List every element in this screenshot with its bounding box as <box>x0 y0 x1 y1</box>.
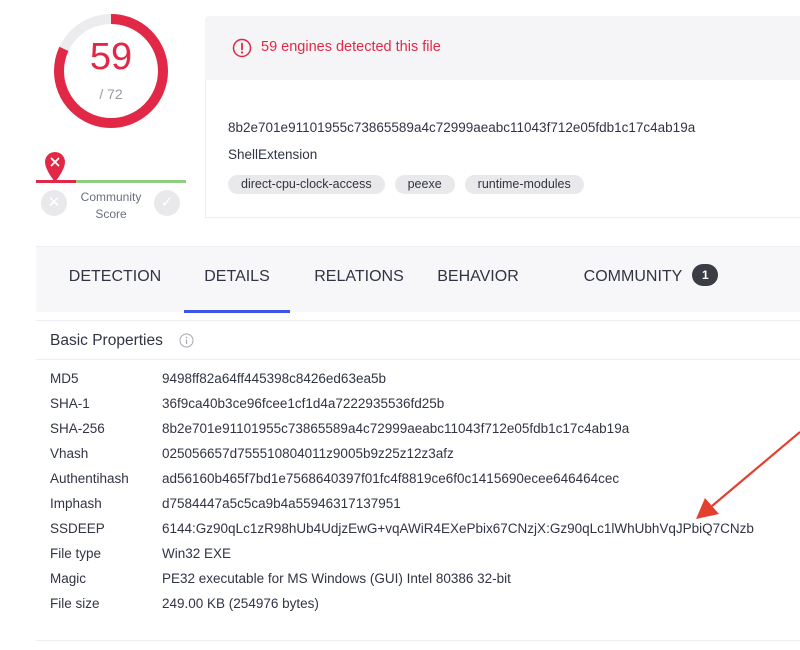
vote-harmless-button[interactable]: ✓ <box>154 190 180 216</box>
property-value: Win32 EXE <box>162 546 232 561</box>
property-value: ad56160b465f7bd1e7568640397f01fc4f8819ce… <box>162 471 620 486</box>
tag-item[interactable]: peexe <box>394 175 455 194</box>
tab-community[interactable]: COMMUNITY 1 <box>576 247 726 311</box>
property-value: 025056657d755510804011z9005b9z25z12z3afz <box>162 446 454 461</box>
property-key: SSDEEP <box>50 521 105 536</box>
property-value: 8b2e701e91101955c73865589a4c72999aeabc11… <box>162 421 630 436</box>
property-row: File size 249.00 KB (254976 bytes) <box>50 593 800 618</box>
vote-malicious-button[interactable]: ✕ <box>41 190 67 216</box>
property-key: Authentihash <box>50 471 129 486</box>
basic-properties-list: MD5 9498ff82a64ff445398c8426ed63ea5b SHA… <box>50 368 800 618</box>
tag-item[interactable]: runtime-modules <box>464 175 584 194</box>
detection-banner: 59 engines detected this file <box>205 16 800 80</box>
property-key: File type <box>50 546 102 561</box>
property-row: MD5 9498ff82a64ff445398c8426ed63ea5b <box>50 368 800 393</box>
property-row: File type Win32 EXE <box>50 543 800 568</box>
property-value: d7584447a5c5ca9b4a55946317137951 <box>162 496 401 511</box>
tab-behavior[interactable]: BEHAVIOR <box>428 247 528 311</box>
alert-circle-icon <box>232 38 252 58</box>
property-row: SSDEEP 6144:Gz90qLc1zR98hUb4UdjzEwG+vqAW… <box>50 518 800 543</box>
property-key: Vhash <box>50 446 89 461</box>
property-value: PE32 executable for MS Windows (GUI) Int… <box>162 571 511 586</box>
property-key: File size <box>50 596 100 611</box>
detection-score: 59 <box>89 36 133 78</box>
property-key: Imphash <box>50 496 102 511</box>
detection-banner-text: 59 engines detected this file <box>261 39 441 55</box>
tab-relations[interactable]: RELATIONS <box>304 247 414 311</box>
property-key: MD5 <box>50 371 79 386</box>
property-row: Imphash d7584447a5c5ca9b4a55946317137951 <box>50 493 800 518</box>
community-score-label: Community Score <box>80 190 142 221</box>
property-value: 6144:Gz90qLc1zR98hUb4UdjzEwG+vqAWiR4EXeP… <box>162 521 754 536</box>
map-pin-x-icon <box>45 152 65 182</box>
tag-list: direct-cpu-clock-access peexe runtime-mo… <box>228 175 584 194</box>
divider <box>36 640 800 641</box>
close-icon: ✕ <box>47 194 61 211</box>
property-row: SHA-1 36f9ca40b3ce96fcee1cf1d4a722293553… <box>50 393 800 418</box>
basic-properties-header: Basic Properties <box>36 320 800 360</box>
property-row: SHA-256 8b2e701e91101955c73865589a4c7299… <box>50 418 800 443</box>
tag-item[interactable]: direct-cpu-clock-access <box>228 175 385 194</box>
file-sha256: 8b2e701e91101955c73865589a4c72999aeabc11… <box>228 120 696 135</box>
section-title: Basic Properties <box>50 332 163 349</box>
tab-community-label: COMMUNITY <box>583 268 683 285</box>
property-key: Magic <box>50 571 87 586</box>
tab-bar: DETECTION DETAILS RELATIONS BEHAVIOR COM… <box>36 246 800 313</box>
community-count-badge: 1 <box>692 264 719 286</box>
property-value: 9498ff82a64ff445398c8426ed63ea5b <box>162 371 386 386</box>
property-row: Vhash 025056657d755510804011z9005b9z25z1… <box>50 443 800 468</box>
file-name: ShellExtension <box>228 147 318 162</box>
property-key: SHA-256 <box>50 421 105 436</box>
property-value: 36f9ca40b3ce96fcee1cf1d4a7222935536fd25b <box>162 396 445 411</box>
tab-detection[interactable]: DETECTION <box>60 247 170 311</box>
property-key: SHA-1 <box>50 396 90 411</box>
total-engines: / 72 <box>99 86 123 102</box>
info-icon[interactable] <box>179 333 194 348</box>
property-value: 249.00 KB (254976 bytes) <box>162 596 319 611</box>
score-card: 59 / 72 ✕ Community Score ✓ <box>0 0 205 230</box>
property-row: Magic PE32 executable for MS Windows (GU… <box>50 568 800 593</box>
check-icon: ✓ <box>160 194 174 211</box>
tab-details[interactable]: DETAILS <box>184 247 290 313</box>
property-row: Authentihash ad56160b465f7bd1e7568640397… <box>50 468 800 493</box>
